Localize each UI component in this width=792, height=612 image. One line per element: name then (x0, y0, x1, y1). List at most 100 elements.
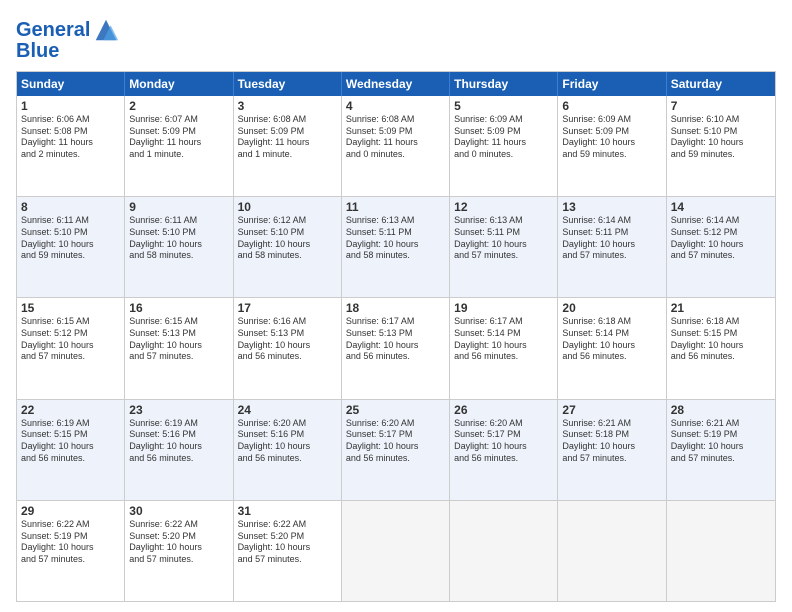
cell-info-line: and 0 minutes. (454, 149, 553, 161)
day-number: 19 (454, 301, 553, 315)
cell-info-line: Sunset: 5:11 PM (346, 227, 445, 239)
calendar-body: 1Sunrise: 6:06 AMSunset: 5:08 PMDaylight… (17, 96, 775, 601)
logo-icon (92, 16, 120, 44)
cell-info-line: Sunrise: 6:09 AM (454, 114, 553, 126)
cell-info-line: Daylight: 10 hours (562, 340, 661, 352)
cell-info-line: Sunset: 5:10 PM (129, 227, 228, 239)
cell-info-line: Sunrise: 6:22 AM (129, 519, 228, 531)
calendar-cell: 29Sunrise: 6:22 AMSunset: 5:19 PMDayligh… (17, 501, 125, 601)
cell-info-line: Daylight: 10 hours (562, 239, 661, 251)
cell-info-line: Daylight: 10 hours (21, 542, 120, 554)
cell-info-line: Sunrise: 6:18 AM (562, 316, 661, 328)
day-number: 22 (21, 403, 120, 417)
cell-info-line: Sunrise: 6:20 AM (346, 418, 445, 430)
calendar-cell: 2Sunrise: 6:07 AMSunset: 5:09 PMDaylight… (125, 96, 233, 196)
cell-info-line: Sunrise: 6:17 AM (346, 316, 445, 328)
empty-cell (558, 501, 666, 601)
day-number: 6 (562, 99, 661, 113)
cell-info-line: Sunset: 5:16 PM (238, 429, 337, 441)
cell-info-line: Sunset: 5:13 PM (129, 328, 228, 340)
cell-info-line: Sunrise: 6:11 AM (129, 215, 228, 227)
cell-info-line: Sunset: 5:17 PM (346, 429, 445, 441)
calendar-cell: 21Sunrise: 6:18 AMSunset: 5:15 PMDayligh… (667, 298, 775, 398)
cell-info-line: Sunset: 5:13 PM (238, 328, 337, 340)
cell-info-line: Sunset: 5:09 PM (562, 126, 661, 138)
day-number: 20 (562, 301, 661, 315)
cell-info-line: Daylight: 10 hours (21, 239, 120, 251)
cell-info-line: Sunset: 5:10 PM (21, 227, 120, 239)
cell-info-line: Sunrise: 6:16 AM (238, 316, 337, 328)
cell-info-line: Daylight: 11 hours (346, 137, 445, 149)
cell-info-line: Sunset: 5:19 PM (21, 531, 120, 543)
cell-info-line: Sunset: 5:14 PM (454, 328, 553, 340)
cell-info-line: Daylight: 11 hours (238, 137, 337, 149)
cell-info-line: Sunrise: 6:14 AM (671, 215, 771, 227)
cell-info-line: Daylight: 10 hours (21, 441, 120, 453)
cell-info-line: Daylight: 10 hours (129, 239, 228, 251)
cell-info-line: and 56 minutes. (129, 453, 228, 465)
calendar-row: 29Sunrise: 6:22 AMSunset: 5:19 PMDayligh… (17, 500, 775, 601)
cell-info-line: Sunset: 5:09 PM (129, 126, 228, 138)
cell-info-line: Daylight: 10 hours (238, 239, 337, 251)
cell-info-line: Daylight: 10 hours (238, 441, 337, 453)
cell-info-line: and 57 minutes. (129, 351, 228, 363)
cell-info-line: Sunrise: 6:22 AM (21, 519, 120, 531)
calendar-header: SundayMondayTuesdayWednesdayThursdayFrid… (17, 72, 775, 96)
cell-info-line: Sunset: 5:09 PM (346, 126, 445, 138)
cell-info-line: and 1 minute. (129, 149, 228, 161)
cell-info-line: Sunrise: 6:19 AM (129, 418, 228, 430)
calendar-cell: 31Sunrise: 6:22 AMSunset: 5:20 PMDayligh… (234, 501, 342, 601)
cell-info-line: Sunset: 5:17 PM (454, 429, 553, 441)
cell-info-line: and 57 minutes. (21, 351, 120, 363)
cell-info-line: Sunrise: 6:13 AM (346, 215, 445, 227)
cell-info-line: Sunrise: 6:15 AM (21, 316, 120, 328)
day-number: 31 (238, 504, 337, 518)
calendar-cell: 23Sunrise: 6:19 AMSunset: 5:16 PMDayligh… (125, 400, 233, 500)
cell-info-line: Sunrise: 6:08 AM (238, 114, 337, 126)
cell-info-line: and 59 minutes. (21, 250, 120, 262)
cell-info-line: Daylight: 10 hours (129, 340, 228, 352)
day-number: 13 (562, 200, 661, 214)
calendar-cell: 15Sunrise: 6:15 AMSunset: 5:12 PMDayligh… (17, 298, 125, 398)
calendar: SundayMondayTuesdayWednesdayThursdayFrid… (16, 71, 776, 602)
calendar-cell: 16Sunrise: 6:15 AMSunset: 5:13 PMDayligh… (125, 298, 233, 398)
cell-info-line: and 58 minutes. (346, 250, 445, 262)
cell-info-line: Sunset: 5:13 PM (346, 328, 445, 340)
cell-info-line: Sunrise: 6:20 AM (238, 418, 337, 430)
cell-info-line: Sunset: 5:11 PM (454, 227, 553, 239)
calendar-cell: 18Sunrise: 6:17 AMSunset: 5:13 PMDayligh… (342, 298, 450, 398)
calendar-cell: 3Sunrise: 6:08 AMSunset: 5:09 PMDaylight… (234, 96, 342, 196)
cell-info-line: Daylight: 11 hours (129, 137, 228, 149)
cell-info-line: and 57 minutes. (454, 250, 553, 262)
cell-info-line: and 0 minutes. (346, 149, 445, 161)
calendar-cell: 17Sunrise: 6:16 AMSunset: 5:13 PMDayligh… (234, 298, 342, 398)
weekday-header: Wednesday (342, 72, 450, 96)
calendar-cell: 24Sunrise: 6:20 AMSunset: 5:16 PMDayligh… (234, 400, 342, 500)
cell-info-line: and 56 minutes. (454, 351, 553, 363)
cell-info-line: and 57 minutes. (21, 554, 120, 566)
cell-info-line: and 56 minutes. (454, 453, 553, 465)
cell-info-line: Daylight: 10 hours (21, 340, 120, 352)
calendar-cell: 13Sunrise: 6:14 AMSunset: 5:11 PMDayligh… (558, 197, 666, 297)
cell-info-line: Daylight: 10 hours (562, 441, 661, 453)
cell-info-line: and 57 minutes. (671, 250, 771, 262)
day-number: 15 (21, 301, 120, 315)
cell-info-line: Sunset: 5:14 PM (562, 328, 661, 340)
day-number: 2 (129, 99, 228, 113)
cell-info-line: Sunset: 5:10 PM (238, 227, 337, 239)
cell-info-line: Daylight: 10 hours (562, 137, 661, 149)
cell-info-line: Sunrise: 6:21 AM (562, 418, 661, 430)
day-number: 10 (238, 200, 337, 214)
logo: General Blue (16, 16, 120, 63)
calendar-cell: 7Sunrise: 6:10 AMSunset: 5:10 PMDaylight… (667, 96, 775, 196)
cell-info-line: Daylight: 10 hours (238, 340, 337, 352)
calendar-cell: 19Sunrise: 6:17 AMSunset: 5:14 PMDayligh… (450, 298, 558, 398)
cell-info-line: and 59 minutes. (562, 149, 661, 161)
cell-info-line: Sunset: 5:19 PM (671, 429, 771, 441)
day-number: 29 (21, 504, 120, 518)
calendar-cell: 9Sunrise: 6:11 AMSunset: 5:10 PMDaylight… (125, 197, 233, 297)
calendar-cell: 30Sunrise: 6:22 AMSunset: 5:20 PMDayligh… (125, 501, 233, 601)
calendar-row: 1Sunrise: 6:06 AMSunset: 5:08 PMDaylight… (17, 96, 775, 196)
empty-cell (342, 501, 450, 601)
cell-info-line: and 57 minutes. (562, 453, 661, 465)
